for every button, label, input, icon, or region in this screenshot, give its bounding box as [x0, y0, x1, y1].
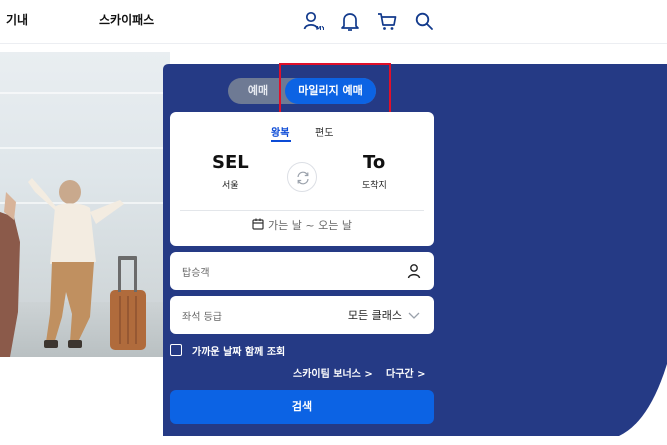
origin-name: 서울 [222, 181, 239, 191]
search-button[interactable]: 검색 [170, 390, 434, 424]
origin-code[interactable]: SEL [212, 152, 249, 173]
checkbox-box[interactable] [170, 344, 182, 356]
route-card: 왕복 편도 SEL 서울 To 도착지 가는 날 ~ 오는 날 [170, 112, 434, 246]
skyteam-bonus-link[interactable]: 스카이팀 보너스 > [293, 365, 373, 380]
top-nav: 기내 스카이패스 MY [0, 0, 667, 44]
date-picker[interactable]: 가는 날 ~ 오는 날 [170, 217, 434, 239]
card-divider [180, 210, 424, 211]
hero-photo [0, 52, 170, 357]
nav-link-skypass[interactable]: 스카이패스 [99, 11, 154, 28]
swap-cities-button[interactable] [287, 162, 317, 192]
destination-code[interactable]: To [363, 152, 385, 173]
chevron-down-icon [408, 312, 420, 319]
seat-class-field[interactable]: 좌석 등급 모든 클래스 [170, 296, 434, 334]
seat-class-value: 모든 클래스 [347, 309, 402, 322]
my-badge: MY [316, 26, 324, 32]
date-placeholder: 가는 날 ~ 오는 날 [268, 219, 352, 232]
multi-city-link[interactable]: 다구간 > [386, 365, 425, 380]
my-account-icon[interactable]: MY [302, 10, 324, 32]
cart-icon[interactable] [376, 10, 398, 32]
tab-round-trip[interactable]: 왕복 [271, 124, 289, 139]
swap-icon [297, 171, 309, 185]
passenger-label: 탑승객 [182, 268, 210, 279]
bell-icon[interactable] [339, 10, 361, 32]
destination-name: 도착지 [362, 181, 387, 191]
search-icon[interactable] [413, 10, 435, 32]
passenger-field[interactable]: 탑승객 [170, 252, 434, 290]
highlight-box [279, 63, 391, 117]
tab-one-way[interactable]: 편도 [315, 124, 333, 139]
calendar-icon [252, 218, 264, 230]
seat-class-label: 좌석 등급 [182, 312, 222, 323]
nav-link-cabin[interactable]: 기내 [6, 11, 28, 28]
active-tab-indicator [271, 140, 291, 142]
nearby-dates-label: 가까운 날짜 함께 조회 [192, 347, 286, 358]
person-icon [407, 264, 421, 279]
